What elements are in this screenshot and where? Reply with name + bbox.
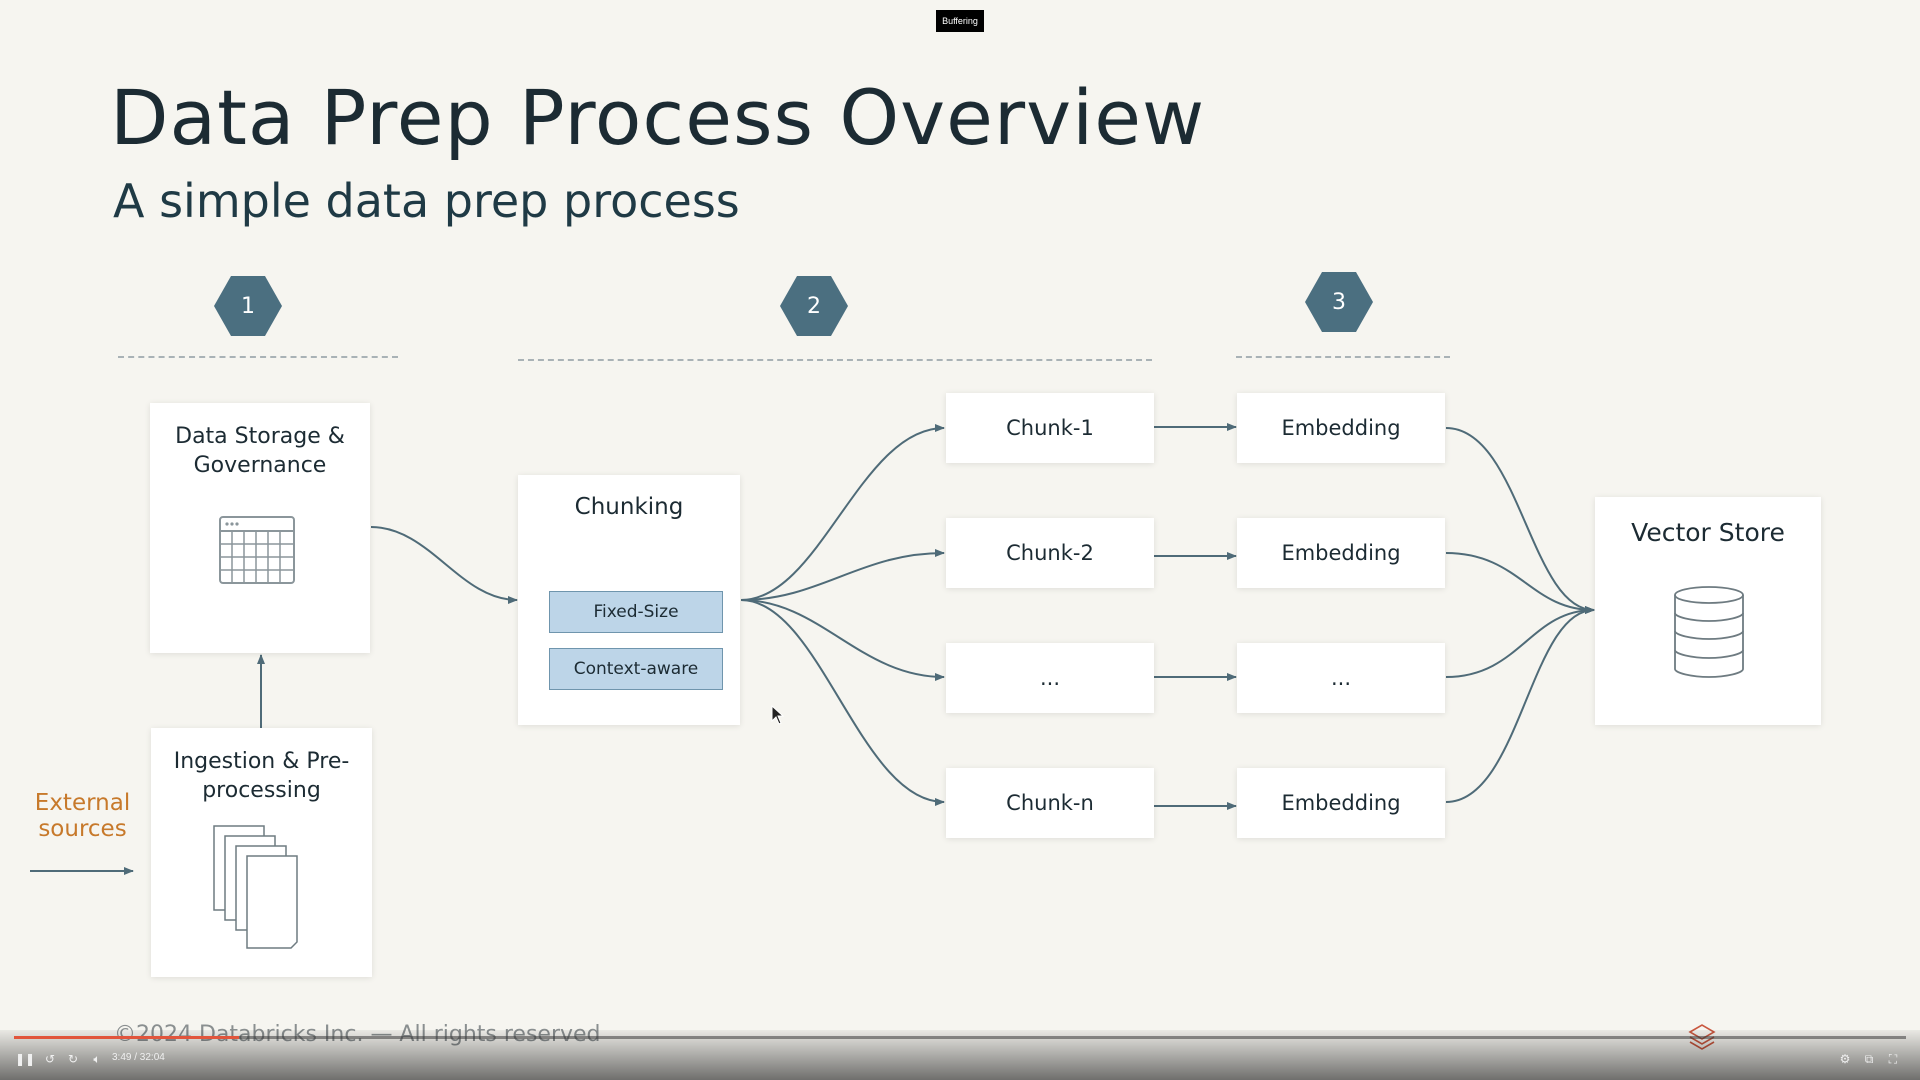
rewind-icon[interactable]: ↺ xyxy=(41,1050,59,1068)
documents-icon xyxy=(213,825,298,949)
chunk-2-box: Chunk-2 xyxy=(946,518,1154,588)
embedding-1-box: Embedding xyxy=(1237,393,1445,463)
progress-fill xyxy=(14,1036,240,1039)
fixed-size-chip: Fixed-Size xyxy=(549,591,723,633)
playback-time: 3:49 / 32:04 xyxy=(112,1052,165,1063)
embedding-n-box: Embedding xyxy=(1237,768,1445,838)
chunk-n-box: Chunk-n xyxy=(946,768,1154,838)
forward-icon[interactable]: ↻ xyxy=(64,1050,82,1068)
volume-icon[interactable]: 🔈︎ xyxy=(88,1050,106,1068)
vector-store-label: Vector Store xyxy=(1631,518,1785,547)
data-storage-label: Data Storage & Governance xyxy=(175,424,345,478)
embedding-ellipsis-box: ... xyxy=(1237,643,1445,713)
vector-store-box: Vector Store xyxy=(1595,497,1821,725)
database-icon xyxy=(1674,586,1744,678)
mouse-cursor-icon xyxy=(771,705,785,725)
pause-icon[interactable]: ❚❚ xyxy=(15,1050,35,1068)
embedding-2-box: Embedding xyxy=(1237,518,1445,588)
chunking-box: Chunking Fixed-Size Context-aware xyxy=(518,475,740,725)
chunk-1-box: Chunk-1 xyxy=(946,393,1154,463)
external-sources-label: External sources xyxy=(34,790,131,843)
fullscreen-icon[interactable]: ⛶ xyxy=(1884,1050,1902,1068)
data-storage-box: Data Storage & Governance xyxy=(150,403,370,653)
chunking-label: Chunking xyxy=(574,494,684,520)
popout-icon[interactable]: ⧉ xyxy=(1860,1050,1878,1068)
progress-bar[interactable] xyxy=(14,1036,1906,1039)
ingestion-box: Ingestion & Pre-processing xyxy=(151,728,372,977)
settings-icon[interactable]: ⚙ xyxy=(1836,1050,1854,1068)
chunk-ellipsis-box: ... xyxy=(946,643,1154,713)
context-aware-chip: Context-aware xyxy=(549,648,723,690)
table-icon xyxy=(219,516,295,584)
ingestion-label: Ingestion & Pre-processing xyxy=(173,749,350,803)
